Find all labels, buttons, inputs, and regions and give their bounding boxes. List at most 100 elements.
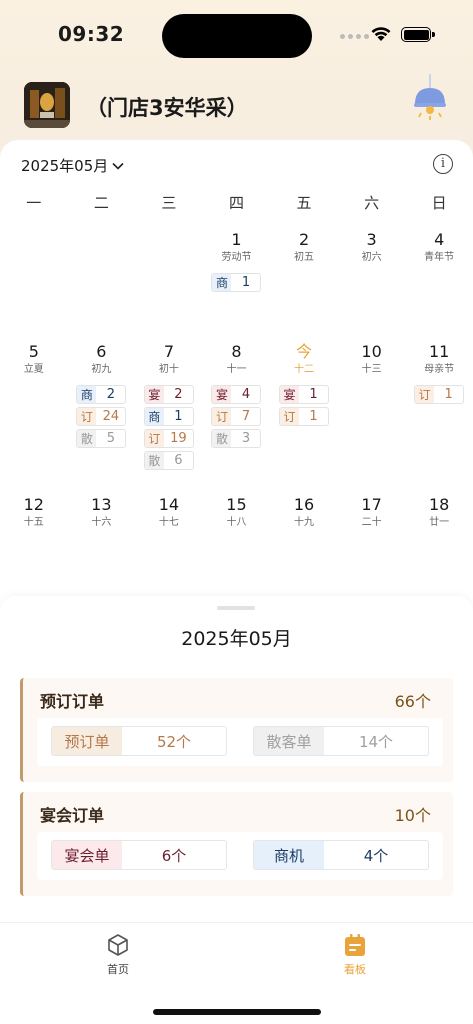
order-badge[interactable]: 宴1 bbox=[279, 385, 330, 404]
calendar-day[interactable]: 今十二宴 1 订 1 bbox=[270, 342, 338, 470]
order-badge[interactable]: 订 24 bbox=[76, 407, 127, 426]
calendar-day[interactable]: 17 二十 bbox=[338, 495, 406, 530]
badge-type: 宴 bbox=[212, 386, 232, 403]
walkin-stat[interactable]: 散客单 14个 bbox=[253, 726, 429, 756]
tab-home[interactable]: 首页 bbox=[78, 933, 158, 977]
calendar-day bbox=[0, 230, 68, 292]
calendar-day[interactable]: 8 十一宴 4 订 7 散 3 bbox=[203, 342, 271, 470]
badge-type: 商 bbox=[77, 386, 97, 403]
weekday-label: 五 bbox=[296, 194, 312, 212]
calendar-week: 5 立夏 6 初九商 2 订 24 散 5 7 初十宴 2 商 1 订 19 散 6 8 十一宴 4 订 7 散 3 今十二宴 1 订… bbox=[0, 342, 473, 470]
group-body: 宴会单 6个 商机 4个 bbox=[37, 832, 443, 880]
calendar-day[interactable]: 18 廿一 bbox=[405, 495, 473, 530]
badge-count: 4 bbox=[241, 387, 251, 402]
calendar-day[interactable]: 16 十九 bbox=[270, 495, 338, 530]
calendar-day[interactable]: 5 立夏 bbox=[0, 342, 68, 470]
dynamic-island bbox=[162, 14, 312, 58]
day-number: 10 bbox=[361, 342, 382, 361]
day-subtitle: 初五 bbox=[294, 252, 315, 263]
calendar-day[interactable]: 12 十五 bbox=[0, 495, 68, 530]
badge-type: 散 bbox=[212, 430, 232, 447]
reservation-stat[interactable]: 预订单 52个 bbox=[51, 726, 227, 756]
day-subtitle bbox=[68, 251, 136, 265]
weekday-label: 一 bbox=[26, 194, 42, 212]
order-badge[interactable]: 散5 bbox=[76, 429, 127, 448]
day-number: 8 bbox=[231, 342, 242, 361]
summary-sheet: 2025年05月 预订订单 66个 预订单 52个 散客单 14个 宴会订单 1… bbox=[0, 596, 473, 926]
order-badge[interactable]: 宴2 bbox=[143, 385, 194, 404]
calendar-day[interactable]: 2 初五 bbox=[270, 230, 338, 292]
stat-label: 商机 bbox=[254, 841, 324, 869]
group-total: 66个 bbox=[394, 692, 431, 711]
badge-count: 19 bbox=[170, 431, 187, 446]
badge-count: 5 bbox=[106, 431, 115, 446]
badge-type: 商 bbox=[144, 408, 164, 425]
calendar-day[interactable]: 1 劳动节商 1 bbox=[203, 230, 271, 292]
calendar-day[interactable]: 4 青年节 bbox=[405, 230, 473, 292]
stat-value: 6个 bbox=[161, 846, 187, 865]
badge-type: 散 bbox=[144, 452, 164, 469]
day-number: 12 bbox=[23, 495, 44, 514]
order-badge[interactable]: 商1 bbox=[211, 273, 262, 292]
calendar-day[interactable]: 3 初六 bbox=[338, 230, 406, 292]
calendar-day bbox=[68, 230, 136, 292]
calendar-day[interactable]: 14 十七 bbox=[135, 495, 203, 530]
calendar-day[interactable]: 15 十八 bbox=[203, 495, 271, 530]
store-header: （门店3安华采） bbox=[24, 74, 449, 128]
store-avatar[interactable] bbox=[24, 82, 70, 128]
drag-handle[interactable] bbox=[217, 606, 255, 610]
day-badges: 宴 2 商 1 订 19 散 6 bbox=[135, 385, 203, 470]
calendar-day[interactable]: 7 初十宴 2 商 1 订 19 散 6 bbox=[135, 342, 203, 470]
day-subtitle: 初十 bbox=[158, 364, 179, 375]
order-badge[interactable]: 商1 bbox=[143, 407, 194, 426]
badge-count: 1 bbox=[174, 409, 183, 424]
calendar-card: 2025年05月 i 一 二 三 四 五 六 日 1 劳动节商 1 2 初五 3 初六 4 青年… bbox=[0, 140, 473, 620]
badge-count: 1 bbox=[241, 275, 251, 290]
tab-board[interactable]: 看板 bbox=[315, 933, 395, 977]
order-badge[interactable]: 散3 bbox=[211, 429, 262, 448]
order-badge[interactable]: 宴4 bbox=[211, 385, 262, 404]
weekday-row: 一 二 三 四 五 六 日 bbox=[0, 192, 473, 213]
day-number: 18 bbox=[428, 495, 450, 514]
day-number: 1 bbox=[231, 230, 242, 249]
month-label: 2025年05月 bbox=[21, 157, 109, 175]
day-badges: 订1 bbox=[405, 385, 473, 404]
weekday-label: 二 bbox=[93, 194, 109, 212]
badge-type: 商 bbox=[212, 274, 232, 291]
order-badge[interactable]: 订1 bbox=[414, 385, 465, 404]
calendar-day[interactable]: 11 母亲节订 1 bbox=[405, 342, 473, 470]
day-subtitle: 母亲节 bbox=[424, 364, 455, 375]
calendar-day[interactable]: 6 初九商 2 订 24 散 5 bbox=[68, 342, 136, 470]
month-picker[interactable]: 2025年05月 bbox=[21, 155, 125, 176]
day-subtitle: 劳动节 bbox=[221, 252, 252, 263]
business-stat[interactable]: 商机 4个 bbox=[253, 840, 429, 870]
banquet-orders-group[interactable]: 宴会订单 10个 宴会单 6个 商机 4个 bbox=[20, 792, 453, 896]
order-badge[interactable]: 订7 bbox=[211, 407, 262, 426]
day-badges: 商1 bbox=[203, 273, 271, 292]
stat-label: 宴会单 bbox=[52, 841, 122, 869]
badge-count: 2 bbox=[174, 387, 183, 402]
badge-count: 3 bbox=[241, 431, 251, 446]
day-badges: 商 2 订 24 散 5 bbox=[68, 385, 136, 448]
lamp-icon[interactable] bbox=[411, 74, 449, 122]
calendar-day[interactable]: 13 十六 bbox=[68, 495, 136, 530]
day-subtitle: 十二 bbox=[294, 364, 315, 375]
order-badge[interactable]: 订 19 bbox=[143, 429, 194, 448]
info-icon[interactable]: i bbox=[433, 154, 453, 174]
order-badge[interactable]: 散6 bbox=[143, 451, 194, 470]
day-subtitle: 十七 bbox=[158, 517, 179, 528]
weekday-label: 三 bbox=[161, 194, 177, 212]
calendar-day[interactable]: 10 十三 bbox=[338, 342, 406, 470]
group-total: 10个 bbox=[394, 806, 431, 825]
banquet-stat[interactable]: 宴会单 6个 bbox=[51, 840, 227, 870]
store-name[interactable]: （门店3安华采） bbox=[86, 92, 248, 122]
order-badge[interactable]: 订1 bbox=[279, 407, 330, 426]
order-badge[interactable]: 商2 bbox=[76, 385, 127, 404]
day-subtitle: 青年节 bbox=[424, 252, 455, 263]
reservation-orders-group[interactable]: 预订订单 66个 预订单 52个 散客单 14个 bbox=[20, 678, 453, 782]
badge-type: 宴 bbox=[280, 386, 300, 403]
badge-type: 订 bbox=[212, 408, 232, 425]
badge-count: 24 bbox=[102, 409, 120, 424]
badge-type: 宴 bbox=[144, 386, 164, 403]
badge-type: 订 bbox=[144, 430, 164, 447]
